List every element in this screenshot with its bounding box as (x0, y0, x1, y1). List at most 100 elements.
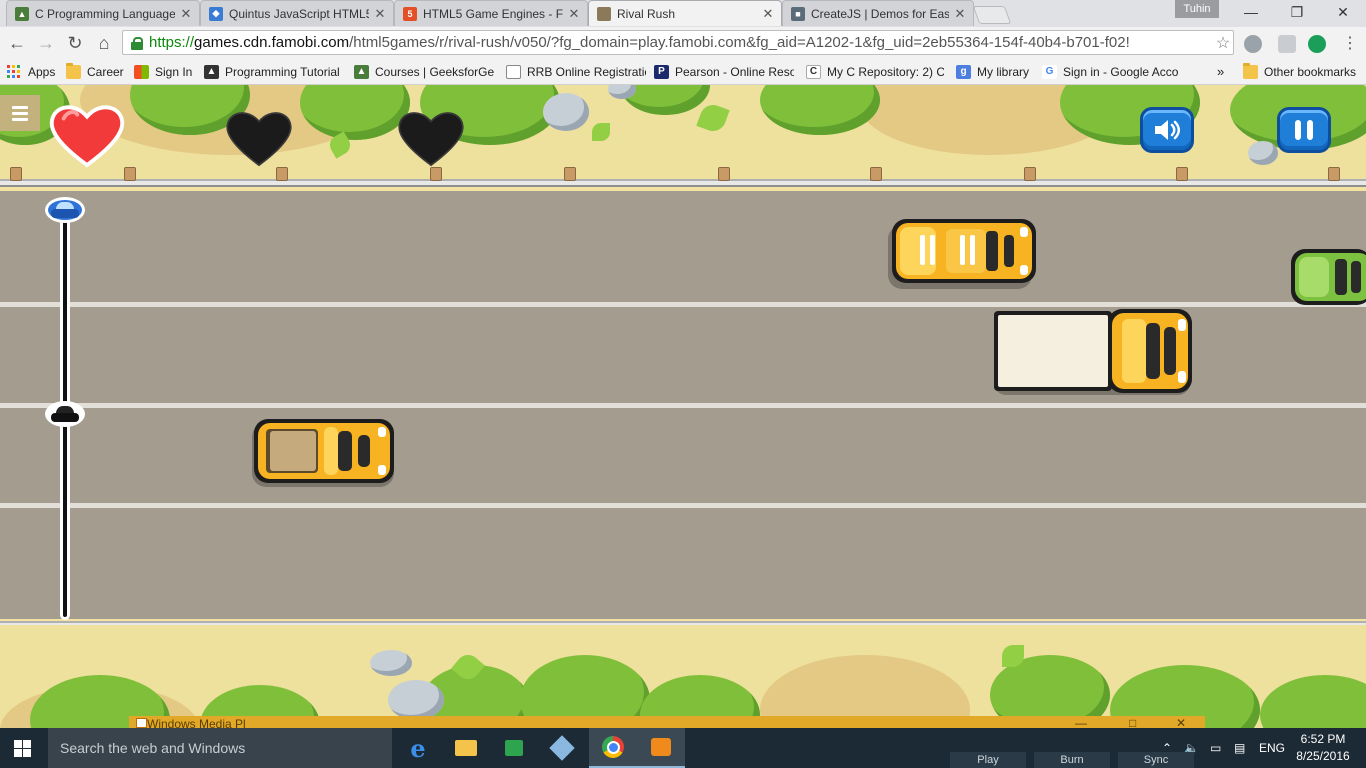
rail-post (124, 167, 136, 181)
speaker-icon (1155, 120, 1180, 140)
close-tab-icon[interactable]: ✕ (953, 6, 967, 22)
bookmark-geeksforgeeks[interactable]: ▲ Courses | GeeksforGe (354, 63, 494, 80)
new-tab-button[interactable] (972, 6, 1012, 24)
rock (388, 680, 444, 720)
close-tab-icon[interactable]: ✕ (179, 6, 193, 22)
clock-date: 8/25/2016 (1296, 749, 1350, 763)
back-icon[interactable]: ← (5, 31, 29, 55)
virtualbox-icon[interactable] (538, 728, 586, 768)
eye-extension-icon[interactable] (1308, 35, 1326, 53)
sound-button[interactable] (1140, 107, 1194, 153)
media-center-icon[interactable] (490, 728, 538, 768)
taskbar-search[interactable]: Search the web and Windows (48, 728, 392, 768)
rock (370, 650, 412, 676)
life-heart-full (49, 105, 125, 168)
bookmark-my-c-repository[interactable]: C My C Repository: 2) C (806, 63, 944, 80)
other-bookmarks[interactable]: Other bookmarks (1243, 63, 1363, 80)
windows-media-player-icon[interactable] (637, 728, 685, 768)
folder-icon (1243, 63, 1258, 79)
traffic-yellow-truck (994, 309, 1192, 395)
bookmark-google-account[interactable]: G Sign in - Google Acco (1042, 63, 1180, 80)
tab-title: C Programming Language (35, 6, 175, 21)
bookmark-pearson[interactable]: P Pearson - Online Reso (654, 63, 794, 80)
address-bar[interactable]: https://games.cdn.famobi.com/html5games/… (122, 30, 1234, 55)
rail-post (276, 167, 288, 181)
action-center-icon[interactable]: ▤ (1234, 728, 1252, 768)
rail-post (718, 167, 730, 181)
google-scholar-icon: g (956, 64, 971, 79)
clock-time: 6:52 PM (1300, 732, 1346, 746)
bookmark-programming-tutorial[interactable]: ▲ Programming Tutorial (204, 63, 342, 80)
chrome-menu-icon[interactable]: ⋮ (1338, 31, 1362, 55)
browser-toolbar: ← → ↻ ⌂ https://games.cdn.famobi.com/htm… (0, 27, 1366, 60)
life-heart-empty (226, 112, 292, 167)
graduation-cap-icon: ▲ (15, 6, 29, 21)
tab-title: CreateJS | Demos for Ease (811, 6, 949, 21)
file-explorer-icon[interactable] (442, 728, 490, 768)
rock (1248, 141, 1278, 165)
clock[interactable]: 6:52 PM 8/25/2016 (1293, 731, 1353, 765)
close-tab-icon[interactable]: ✕ (761, 6, 775, 22)
bookmark-my-library[interactable]: g My library (956, 63, 1032, 80)
tab-c-programming[interactable]: ▲ C Programming Language ✕ (6, 0, 200, 26)
bookmark-sign-in[interactable]: Sign In (134, 63, 198, 80)
edge-icon[interactable]: e (394, 728, 442, 768)
folder-icon (66, 63, 81, 79)
quintus-icon: ◆ (209, 6, 223, 21)
apps-grid-icon (7, 64, 22, 79)
battery-icon[interactable]: ▭ (1210, 728, 1228, 768)
bookmarks-overflow-button[interactable]: » (1217, 63, 1233, 80)
restore-button[interactable]: ❐ (1274, 0, 1320, 24)
life-heart-empty (398, 112, 464, 167)
globe-extension-icon[interactable] (1244, 35, 1262, 53)
rail-post (430, 167, 442, 181)
close-tab-icon[interactable]: ✕ (567, 6, 581, 22)
close-window-button[interactable]: ✕ (1320, 0, 1366, 24)
tab-quintus[interactable]: ◆ Quintus JavaScript HTML5 ✕ (200, 0, 394, 26)
peek-sync-button[interactable]: Sync (1118, 752, 1194, 768)
pause-icon (1295, 120, 1313, 140)
close-tab-icon[interactable]: ✕ (373, 6, 387, 22)
rail-post (564, 167, 576, 181)
bookmark-star-icon[interactable]: ☆ (1213, 33, 1233, 53)
profile-button[interactable]: Tuhin (1175, 0, 1219, 18)
rail-post (1024, 167, 1036, 181)
peek-play-button[interactable]: Play (950, 752, 1026, 768)
forward-icon[interactable]: → (34, 31, 58, 55)
google-icon: G (1042, 64, 1057, 79)
bookmark-career[interactable]: Career (66, 63, 126, 80)
home-icon[interactable]: ⌂ (92, 31, 116, 55)
microsoft-icon (134, 64, 149, 79)
bookmarks-bar: Apps Career Sign In ▲ Programming Tutori… (0, 59, 1366, 85)
minimize-button[interactable]: — (1228, 0, 1274, 24)
chrome-icon[interactable] (589, 728, 637, 768)
tab-rival-rush[interactable]: Rival Rush ✕ (588, 0, 782, 26)
menu-button[interactable] (0, 95, 40, 131)
bookmark-apps[interactable]: Apps (7, 63, 59, 80)
createjs-cube-icon: ■ (791, 6, 805, 21)
traffic-green-car (1291, 249, 1366, 305)
rock (543, 93, 589, 131)
tutorials-icon: ▲ (204, 64, 219, 79)
url-text[interactable]: https://games.cdn.famobi.com/html5games/… (149, 34, 1213, 51)
tab-html5-game-engines[interactable]: 5 HTML5 Game Engines - Fi ✕ (394, 0, 588, 26)
rival-rush-icon (597, 6, 611, 21)
game-canvas[interactable] (0, 85, 1366, 728)
player-progress-marker (45, 401, 85, 427)
html5-shield-icon: 5 (403, 6, 417, 21)
lock-icon (131, 36, 143, 50)
pause-button[interactable] (1277, 107, 1331, 153)
rail-post (1176, 167, 1188, 181)
windows-start-icon[interactable] (14, 740, 32, 757)
bookmark-rrb[interactable]: RRB Online Registratic (506, 63, 646, 80)
reload-icon[interactable]: ↻ (63, 31, 87, 55)
plant (592, 123, 610, 141)
media-player-icon (136, 718, 147, 728)
tab-createjs[interactable]: ■ CreateJS | Demos for Ease ✕ (782, 0, 974, 26)
peek-burn-button[interactable]: Burn (1034, 752, 1110, 768)
tab-title: HTML5 Game Engines - Fi (423, 6, 563, 21)
language-indicator[interactable]: ENG (1259, 728, 1289, 768)
tab-strip: ▲ C Programming Language ✕ ◆ Quintus Jav… (0, 0, 1366, 27)
menu-icon (12, 105, 28, 109)
shield-extension-icon[interactable] (1278, 35, 1296, 53)
